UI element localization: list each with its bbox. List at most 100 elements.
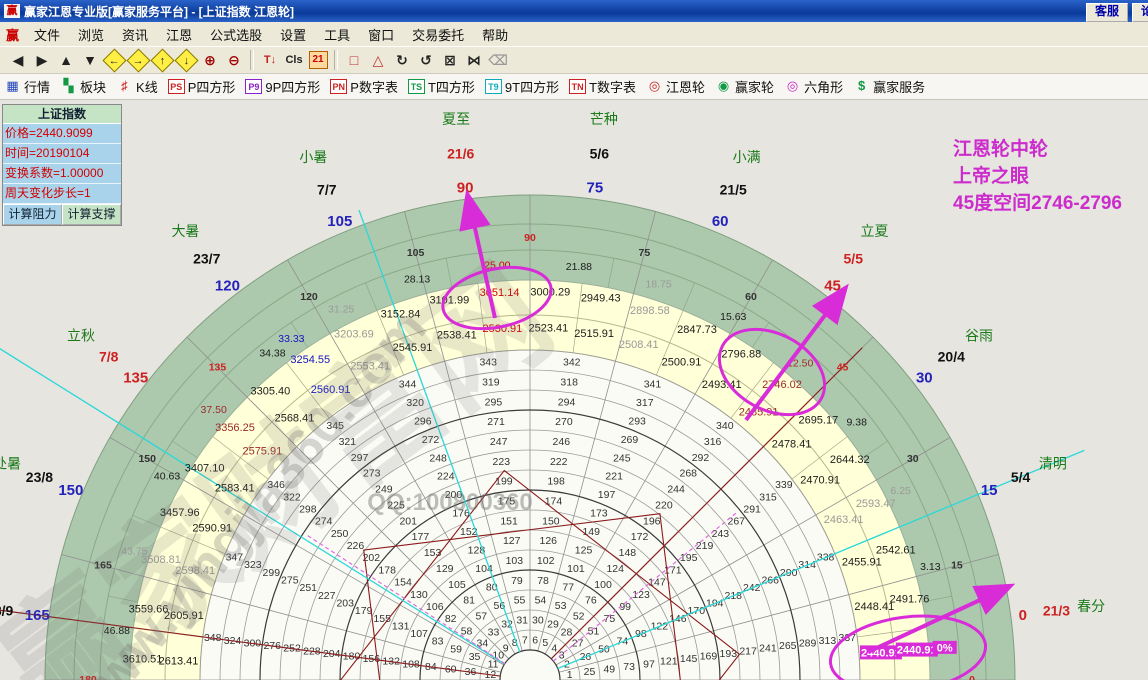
zoom-out-button[interactable]: ⊖ [222, 49, 246, 71]
pan-down-button[interactable]: ↓ [174, 49, 198, 71]
svg-text:269: 269 [621, 434, 639, 446]
svg-text:54: 54 [535, 595, 547, 607]
svg-text:289: 289 [799, 637, 817, 649]
hexagon-icon: ◎ [784, 79, 801, 94]
svg-text:339: 339 [775, 479, 793, 491]
toolbar-item-p-table[interactable]: PNP数字表 [330, 77, 398, 96]
toolbar-item-gann-wheel[interactable]: ◎江恩轮 [646, 77, 705, 96]
date-label: 21/3 [1043, 603, 1070, 619]
toolbar-item-winner-service[interactable]: $赢家服务 [853, 77, 925, 96]
svg-text:178: 178 [378, 564, 396, 576]
degree-ring-value: 45 [837, 361, 849, 373]
rotate-cw-button[interactable]: ↻ [390, 49, 414, 71]
toolbar-item-9p-square[interactable]: P99P四方形 [245, 77, 320, 96]
svg-text:150: 150 [542, 515, 560, 527]
toolbar-item-kline[interactable]: ♯K线 [116, 77, 158, 96]
menu-item-0[interactable]: 文件 [25, 23, 69, 46]
sort-updown-button[interactable]: T↓ [258, 49, 282, 71]
menu-item-8[interactable]: 交易委托 [403, 23, 473, 46]
forum-button[interactable]: 论 [1132, 3, 1148, 22]
toolbar-separator [250, 50, 254, 70]
menu-item-6[interactable]: 工具 [315, 23, 359, 46]
svg-text:251: 251 [300, 582, 318, 594]
toolbar-item-sectors[interactable]: ▚板块 [60, 77, 106, 96]
svg-text:151: 151 [500, 515, 518, 527]
menu-item-4[interactable]: 公式选股 [201, 23, 271, 46]
menu-logo-icon: 赢 [6, 25, 19, 44]
percent-ring-value: 34.38 [259, 347, 285, 359]
degree-ring-value: 75 [639, 247, 651, 259]
svg-text:318: 318 [560, 377, 578, 389]
rotate-ccw-button[interactable]: ↺ [414, 49, 438, 71]
cls-button[interactable]: Cls [282, 49, 306, 71]
back-button[interactable]: ◀ [6, 49, 30, 71]
highlight-value: 2440.91 [861, 647, 901, 659]
calc-resistance-button[interactable]: 计算阻力 [3, 204, 62, 225]
toolbar-item-t-square[interactable]: TST四方形 [408, 77, 475, 96]
svg-text:4: 4 [551, 642, 557, 654]
9t-square-label: 9T四方形 [505, 77, 559, 96]
boxed-x-button[interactable]: ⊠ [438, 49, 462, 71]
svg-text:340: 340 [716, 420, 734, 432]
calendar-21-button[interactable]: 21 [306, 49, 330, 71]
sectors-icon: ▚ [60, 79, 77, 94]
date-label: 7/7 [317, 181, 337, 197]
toolbar-item-hexagon[interactable]: ◎六角形 [784, 77, 843, 96]
svg-text:174: 174 [545, 496, 563, 508]
menu-item-3[interactable]: 江恩 [157, 23, 201, 46]
app-window: { "window": { "title": "赢家江恩专业版[赢家服务平台] … [0, 0, 1148, 680]
svg-text:124: 124 [606, 563, 624, 575]
pan-up-button[interactable]: ↑ [150, 49, 174, 71]
menu-item-9[interactable]: 帮助 [473, 23, 517, 46]
menu-item-7[interactable]: 窗口 [359, 23, 403, 46]
solar-term-label: 春分 [1077, 598, 1105, 614]
svg-text:105: 105 [448, 579, 466, 591]
pan-right-button[interactable]: → [126, 49, 150, 71]
svg-text:223: 223 [493, 456, 511, 468]
solar-term-label: 处暑 [0, 455, 21, 471]
up-button[interactable]: ▲ [54, 49, 78, 71]
price-ring-outer-value: 2491.76 [890, 593, 930, 605]
degree-ring-value: 90 [524, 232, 536, 244]
degree-ring-value: 120 [300, 291, 318, 303]
clear-button[interactable]: ⌫ [486, 49, 510, 71]
svg-text:81: 81 [463, 595, 475, 607]
t-square-icon: TS [408, 79, 425, 94]
price-ring-inner-value: 2463.41 [824, 514, 864, 526]
title-bar[interactable]: 赢 赢家江恩专业版[赢家服务平台] - [上证指数 江恩轮] 客服 论 [0, 0, 1148, 22]
toolbar-item-9t-square[interactable]: T99T四方形 [485, 77, 559, 96]
toolbar-separator [334, 50, 338, 70]
outer-degree-label: 150 [58, 482, 83, 499]
toolbar-item-p-square[interactable]: PSP四方形 [168, 77, 236, 96]
panel-row-1: 时间=20190104 [3, 144, 121, 164]
svg-text:130: 130 [410, 589, 428, 601]
toolbar-main: ◀▶▲▼←→↑↓⊕⊖ T↓Cls21 □△↻↺⊠⋈⌫ [0, 46, 1148, 74]
calc-support-button[interactable]: 计算支撑 [62, 204, 121, 225]
center-mark-button[interactable]: ⋈ [462, 49, 486, 71]
degree-ring-value: 60 [745, 291, 757, 303]
price-ring-inner-value: 2500.91 [662, 356, 702, 368]
solar-term-label: 小暑 [299, 149, 327, 165]
date-label: 21/5 [720, 181, 747, 197]
client-service-button[interactable]: 客服 [1086, 3, 1128, 22]
9t-square-icon: T9 [485, 79, 502, 94]
down-button[interactable]: ▼ [78, 49, 102, 71]
percent-ring-value: 3.13 [920, 561, 941, 573]
svg-text:217: 217 [739, 645, 757, 657]
svg-text:100: 100 [594, 579, 612, 591]
menu-item-1[interactable]: 浏览 [69, 23, 113, 46]
toolbar-item-winner-wheel[interactable]: ◉赢家轮 [715, 77, 774, 96]
forward-button[interactable]: ▶ [30, 49, 54, 71]
svg-text:313: 313 [819, 635, 837, 647]
price-ring-inner-value: 2493.41 [702, 379, 742, 391]
menu-item-5[interactable]: 设置 [271, 23, 315, 46]
svg-text:316: 316 [704, 436, 722, 448]
draw-triangle-button[interactable]: △ [366, 49, 390, 71]
draw-square-button[interactable]: □ [342, 49, 366, 71]
svg-text:149: 149 [582, 526, 600, 538]
toolbar-item-t-table[interactable]: TNT数字表 [569, 77, 636, 96]
menu-item-2[interactable]: 资讯 [113, 23, 157, 46]
pan-left-button[interactable]: ← [102, 49, 126, 71]
toolbar-item-quotes[interactable]: ▦行情 [4, 77, 50, 96]
zoom-in-button[interactable]: ⊕ [198, 49, 222, 71]
